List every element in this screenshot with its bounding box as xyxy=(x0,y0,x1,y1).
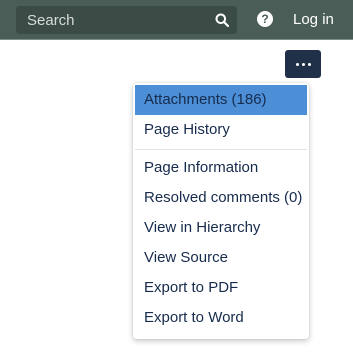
top-navigation-bar: ? Log in xyxy=(0,0,353,40)
menu-item-view-in-hierarchy[interactable]: View in Hierarchy xyxy=(135,213,307,243)
search-icon[interactable] xyxy=(213,11,231,29)
menu-divider xyxy=(135,149,307,150)
login-link[interactable]: Log in xyxy=(293,10,334,30)
menu-item-page-information[interactable]: Page Information xyxy=(135,153,307,183)
help-icon[interactable]: ? xyxy=(257,11,273,27)
menu-item-page-history[interactable]: Page History xyxy=(135,115,307,145)
more-actions-button[interactable] xyxy=(285,50,321,78)
menu-item-attachments[interactable]: Attachments (186) xyxy=(135,85,307,115)
menu-item-export-pdf[interactable]: Export to PDF xyxy=(135,273,307,303)
ellipsis-icon xyxy=(295,62,311,66)
more-actions-menu: Attachments (186) Page History Page Info… xyxy=(133,83,309,339)
menu-item-export-word[interactable]: Export to Word xyxy=(135,303,307,333)
search-input[interactable] xyxy=(16,6,206,34)
menu-item-view-source[interactable]: View Source xyxy=(135,243,307,273)
menu-item-resolved-comments[interactable]: Resolved comments (0) xyxy=(135,183,307,213)
search-box xyxy=(16,6,237,34)
